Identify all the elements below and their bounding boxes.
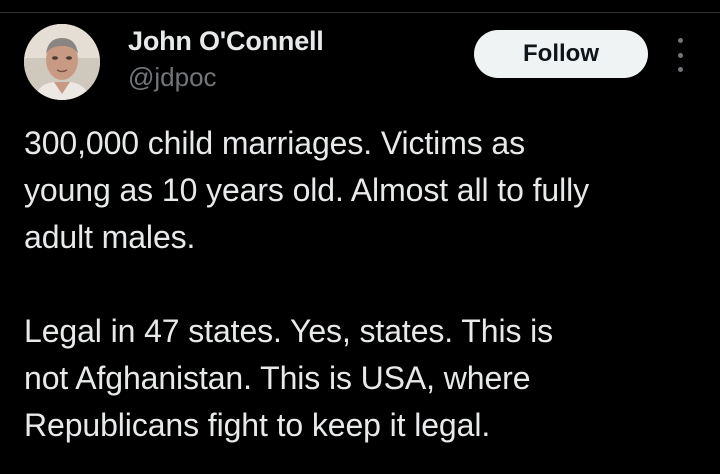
tweet-paragraph-1: 300,000 child marriages. Victims as youn… <box>24 125 589 255</box>
author-name[interactable]: John O'Connell <box>128 26 324 57</box>
author-handle[interactable]: @jdpoc <box>128 62 217 93</box>
tweet-paragraph-2: Legal in 47 states. Yes, states. This is… <box>24 313 554 443</box>
more-dot <box>677 67 683 72</box>
follow-button[interactable]: Follow <box>474 30 648 78</box>
tweet: John O'Connell @jdpoc Follow 300,000 chi… <box>0 0 720 474</box>
profile-photo-icon <box>24 24 100 100</box>
more-options-icon[interactable] <box>666 38 694 72</box>
more-dot <box>677 52 683 58</box>
tweet-text: 300,000 child marriages. Victims as youn… <box>24 120 704 449</box>
author-avatar[interactable] <box>24 24 100 100</box>
more-dot <box>677 38 683 43</box>
